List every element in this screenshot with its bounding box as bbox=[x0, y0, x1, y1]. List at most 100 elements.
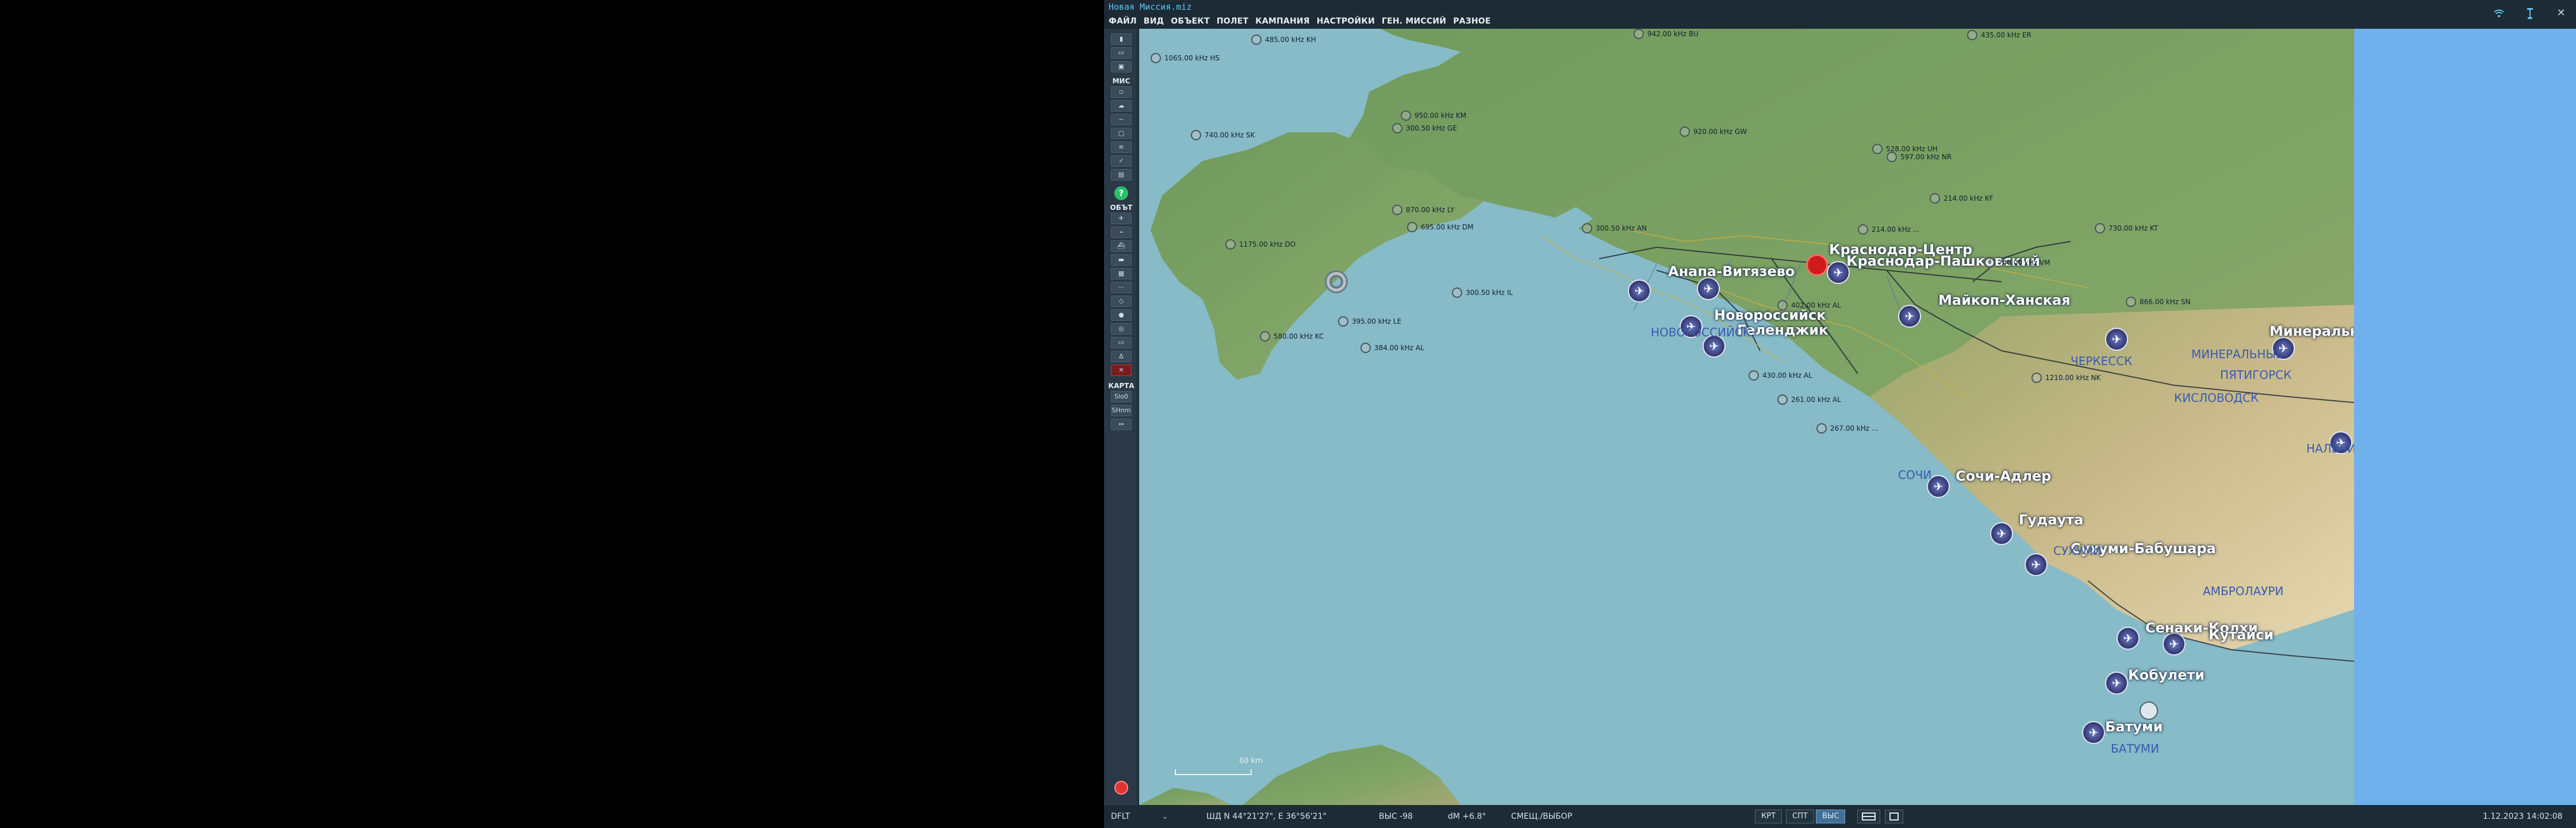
airbase-icon[interactable]: ✈ bbox=[2025, 553, 2048, 576]
navaid-marker[interactable]: 580.00 kHz KC bbox=[1260, 331, 1324, 342]
altitude-mode-button[interactable]: ВЫС bbox=[1816, 810, 1846, 823]
close-icon[interactable]: ✕ bbox=[2553, 7, 2569, 20]
nav-point-icon[interactable]: ● bbox=[1111, 309, 1132, 321]
weather-icon[interactable]: ☁ bbox=[1111, 100, 1132, 112]
navaid-marker[interactable]: 430.00 kHz AL bbox=[1749, 370, 1812, 381]
navaid-marker[interactable]: 740.00 kHz VM bbox=[1984, 258, 2050, 268]
navaid-marker[interactable]: 300.50 kHz AN bbox=[1582, 223, 1647, 233]
profile-status[interactable]: DFLT bbox=[1111, 812, 1130, 821]
layers-icon[interactable] bbox=[1857, 810, 1880, 823]
navaid-marker[interactable]: 695.00 kHz DM bbox=[1407, 222, 1473, 232]
satellite-mode-button[interactable]: СПТ bbox=[1786, 810, 1814, 823]
goals-icon[interactable]: ▢ bbox=[1111, 128, 1132, 139]
map-scale-label: 60 km bbox=[1239, 757, 1263, 765]
ndb-icon bbox=[1777, 394, 1788, 405]
ndb-icon bbox=[2095, 223, 2105, 233]
airbase-icon[interactable]: ✈ bbox=[2082, 721, 2105, 744]
menu-object[interactable]: ОБЪЕКТ bbox=[1171, 17, 1209, 26]
navaid-marker[interactable]: 866.00 kHz SN bbox=[2126, 297, 2190, 307]
navaid-marker[interactable]: 870.00 kHz LY bbox=[1392, 205, 1454, 215]
navaid-marker[interactable]: 261.00 kHz AL bbox=[1777, 394, 1841, 405]
airbase-icon[interactable]: ✈ bbox=[1990, 522, 2013, 545]
airbase-icon[interactable]: ✈ bbox=[2105, 328, 2128, 351]
static-object-icon[interactable]: ▦ bbox=[1111, 268, 1132, 279]
new-mission-icon[interactable]: ▮ bbox=[1111, 33, 1132, 45]
wifi-icon[interactable] bbox=[2491, 7, 2507, 20]
map-terrain bbox=[1139, 29, 2354, 805]
navaid-marker[interactable]: 395.00 kHz LE bbox=[1338, 316, 1401, 327]
airbase-icon[interactable]: ✈ bbox=[2163, 632, 2186, 656]
menu-file[interactable]: ФАЙЛ bbox=[1109, 17, 1137, 26]
zone-icon[interactable]: ◇ bbox=[1111, 296, 1132, 307]
menu-misc[interactable]: РАЗНОЕ bbox=[1453, 17, 1490, 26]
bullseye-icon[interactable]: ◎ bbox=[1111, 323, 1132, 335]
map-ruler-icon[interactable]: ↔ bbox=[1111, 419, 1132, 430]
mode-readout: СМЕЩ./ВЫБОР bbox=[1511, 812, 1573, 821]
drawing-icon[interactable]: Δ bbox=[1111, 351, 1132, 362]
trigger-zone-icon[interactable]: ▭ bbox=[1111, 337, 1132, 348]
navaid-marker[interactable]: 435.00 kHz ER bbox=[1967, 30, 2031, 40]
navaid-marker[interactable]: 1210.00 kHz NK bbox=[2031, 373, 2100, 383]
navaid-marker[interactable]: 597.00 kHz NR bbox=[1887, 152, 1952, 162]
trigger-icon[interactable]: ~ bbox=[1111, 114, 1132, 125]
menu-view[interactable]: ВИД bbox=[1144, 17, 1164, 26]
vehicle-icon[interactable]: ▬ bbox=[1111, 254, 1132, 266]
ndb-icon bbox=[1816, 423, 1827, 434]
navaid-marker[interactable]: 214.00 kHz ... bbox=[1858, 224, 1919, 235]
open-mission-icon[interactable]: ▭ bbox=[1111, 47, 1132, 59]
menu-campaign[interactable]: КАМПАНИЯ bbox=[1255, 17, 1310, 26]
mission-tool-1-icon[interactable]: ▫ bbox=[1111, 86, 1132, 98]
save-mission-icon[interactable]: ▣ bbox=[1111, 61, 1132, 72]
resources-icon[interactable]: ≡ bbox=[1111, 141, 1132, 153]
navaid-marker[interactable]: 267.00 kHz ... bbox=[1816, 423, 1878, 434]
airbase-icon[interactable]: ✈ bbox=[2117, 627, 2140, 650]
grid-icon[interactable] bbox=[1885, 810, 1903, 823]
navaid-marker[interactable]: 730.00 kHz KT bbox=[2095, 223, 2158, 233]
map-mode-button[interactable]: КРТ bbox=[1755, 810, 1782, 823]
red-coalition-unit[interactable] bbox=[1806, 254, 1828, 276]
navaid-marker[interactable]: 384.00 kHz AL bbox=[1360, 343, 1424, 353]
town-label: СОЧИ bbox=[1898, 468, 1932, 482]
navaid-marker[interactable]: 942.00 kHz BU bbox=[1634, 29, 1699, 39]
ndb-icon bbox=[1634, 29, 1644, 39]
map-shapes-button[interactable]: SHnm bbox=[1111, 405, 1132, 416]
bullseye-marker[interactable] bbox=[1325, 270, 1348, 293]
delete-object-icon[interactable]: ✕ bbox=[1111, 365, 1132, 376]
navaid-marker[interactable]: 300.50 kHz IL bbox=[1452, 288, 1513, 298]
navaid-marker[interactable]: 920.00 kHz GW bbox=[1680, 126, 1747, 137]
navaid-marker[interactable]: 402.00 kHz AL bbox=[1777, 300, 1841, 310]
navaid-marker[interactable]: 300.50 kHz GE bbox=[1392, 123, 1457, 133]
menu-flight[interactable]: ПОЛЕТ bbox=[1217, 17, 1248, 26]
coalitions-icon[interactable]: ▤ bbox=[1111, 169, 1132, 181]
ndb-icon bbox=[1582, 223, 1592, 233]
helicopter-icon[interactable]: ⌁ bbox=[1111, 227, 1132, 238]
ship-icon[interactable]: ⛴ bbox=[1111, 240, 1132, 252]
aircraft-icon[interactable]: ✈ bbox=[1111, 213, 1132, 224]
airbase-icon[interactable]: ✈ bbox=[1697, 277, 1720, 300]
altitude-readout: ВЫС -98 bbox=[1379, 812, 1413, 821]
airbase-icon[interactable]: ✈ bbox=[1628, 279, 1651, 302]
airbase-icon[interactable]: ✈ bbox=[1898, 305, 1921, 328]
airbase-icon[interactable]: ✈ bbox=[2105, 672, 2128, 695]
check-icon[interactable]: ✓ bbox=[1111, 155, 1132, 167]
antenna-icon[interactable] bbox=[2522, 7, 2538, 20]
chevron-down-icon[interactable]: ⌄ bbox=[1162, 812, 1168, 821]
map-boundary-area bbox=[2354, 29, 2576, 805]
menu-settings[interactable]: НАСТРОЙКИ bbox=[1317, 17, 1375, 26]
map-layer-button[interactable]: Slo0 bbox=[1111, 391, 1132, 402]
navaid-marker[interactable]: 485.00 kHz KH bbox=[1251, 34, 1316, 45]
help-icon[interactable]: ? bbox=[1114, 186, 1128, 200]
abort-icon[interactable] bbox=[1114, 781, 1128, 795]
navaid-marker[interactable]: 1175.00 kHz DO bbox=[1225, 239, 1295, 250]
navaid-marker[interactable]: 740.00 kHz SK bbox=[1191, 130, 1255, 140]
navaid-marker[interactable]: 214.00 kHz KF bbox=[1930, 193, 1994, 204]
menu-mission-generator[interactable]: ГЕН. МИССИЙ bbox=[1382, 17, 1446, 26]
template-icon[interactable]: ⋯ bbox=[1111, 282, 1132, 293]
ndb-icon bbox=[1749, 370, 1759, 381]
town-label: НОВОРОССИЙСК bbox=[1651, 325, 1751, 339]
map-scale-bar bbox=[1175, 769, 1252, 775]
navaid-marker[interactable]: 1065.00 kHz HS bbox=[1151, 53, 1220, 63]
map-view[interactable]: ✈ ✈ ✈ ✈ ✈ ✈ ✈ ✈ ✈ ✈ ✈ ✈ ✈ ✈ ✈ ✈ Краснода… bbox=[1139, 29, 2354, 805]
navaid-marker[interactable]: 950.00 kHz KM bbox=[1401, 110, 1466, 121]
ndb-icon bbox=[1858, 224, 1868, 235]
